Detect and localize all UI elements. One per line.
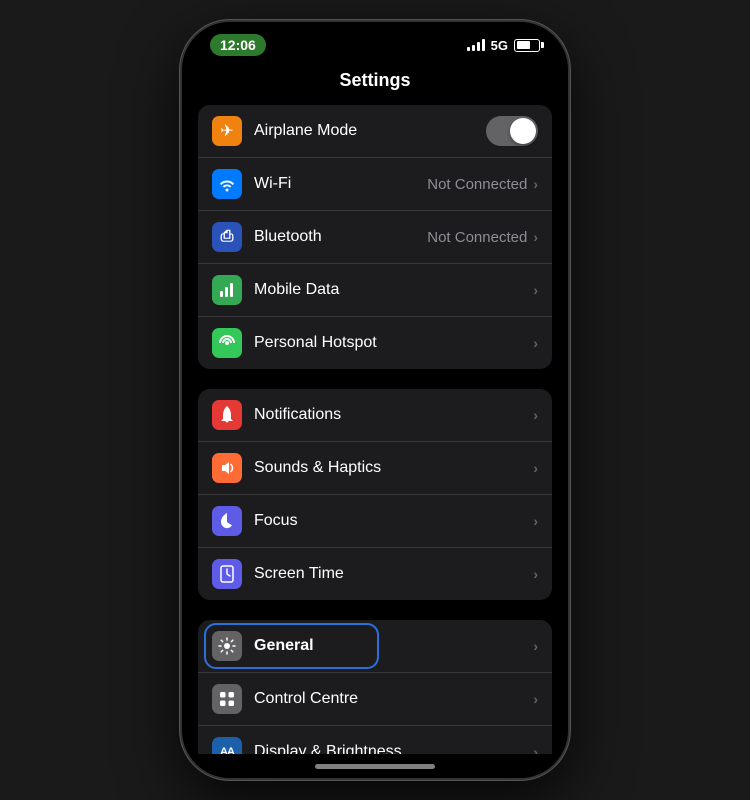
mobile-data-chevron-icon: › — [533, 282, 538, 298]
general-chevron-icon: › — [533, 638, 538, 654]
focus-chevron-icon: › — [533, 513, 538, 529]
settings-group-notifications: Notifications › Sounds & Haptics › — [198, 389, 552, 600]
screen-time-icon — [212, 559, 242, 589]
airplane-mode-toggle[interactable] — [486, 116, 538, 146]
phone-frame: 12:06 5G Settings — [180, 20, 570, 780]
status-time: 12:06 — [210, 34, 266, 56]
battery-icon — [514, 39, 540, 52]
notifications-label: Notifications — [254, 406, 533, 424]
wifi-chevron-icon: › — [533, 176, 538, 192]
signal-bar-4 — [482, 39, 485, 51]
general-label: General — [254, 637, 533, 655]
display-brightness-label: Display & Brightness — [254, 743, 533, 754]
settings-item-wifi[interactable]: Wi-Fi Not Connected › — [198, 158, 552, 211]
airplane-mode-icon: ✈ — [212, 116, 242, 146]
battery-fill — [517, 41, 531, 49]
signal-bar-3 — [477, 42, 480, 51]
settings-item-notifications[interactable]: Notifications › — [198, 389, 552, 442]
wifi-label: Wi-Fi — [254, 175, 427, 193]
phone-inner: 12:06 5G Settings — [182, 22, 568, 778]
mobile-data-icon — [212, 275, 242, 305]
personal-hotspot-icon — [212, 328, 242, 358]
network-type: 5G — [491, 38, 508, 53]
sounds-haptics-label: Sounds & Haptics — [254, 459, 533, 477]
general-icon — [212, 631, 242, 661]
control-centre-label: Control Centre — [254, 690, 533, 708]
settings-item-focus[interactable]: Focus › — [198, 495, 552, 548]
control-centre-icon — [212, 684, 242, 714]
settings-item-general[interactable]: General › — [198, 620, 552, 673]
screen-time-label: Screen Time — [254, 565, 533, 583]
screen-time-chevron-icon: › — [533, 566, 538, 582]
bluetooth-chevron-icon: › — [533, 229, 538, 245]
display-brightness-icon: AA — [212, 737, 242, 754]
settings-item-airplane-mode[interactable]: ✈ Airplane Mode — [198, 105, 552, 158]
bluetooth-label: Bluetooth — [254, 228, 427, 246]
signal-bars-icon — [467, 39, 485, 51]
settings-item-screen-time[interactable]: Screen Time › — [198, 548, 552, 600]
signal-bar-1 — [467, 47, 470, 51]
settings-item-sounds-haptics[interactable]: Sounds & Haptics › — [198, 442, 552, 495]
wifi-icon — [212, 169, 242, 199]
page-header: Settings — [182, 62, 568, 105]
home-indicator — [182, 754, 568, 778]
notifications-chevron-icon: › — [533, 407, 538, 423]
scroll-content[interactable]: ✈ Airplane Mode Wi-Fi Not Connected — [182, 105, 568, 754]
focus-label: Focus — [254, 512, 533, 530]
wifi-value: Not Connected — [427, 176, 527, 193]
sounds-haptics-icon — [212, 453, 242, 483]
focus-icon — [212, 506, 242, 536]
status-bar: 12:06 5G — [182, 22, 568, 62]
signal-bar-2 — [472, 45, 475, 51]
home-bar — [315, 764, 435, 769]
bluetooth-icon: ⎙ — [212, 222, 242, 252]
settings-group-general: General › Control Centre › — [198, 620, 552, 754]
airplane-mode-label: Airplane Mode — [254, 122, 486, 140]
page-title: Settings — [182, 70, 568, 91]
personal-hotspot-label: Personal Hotspot — [254, 334, 533, 352]
notifications-icon — [212, 400, 242, 430]
sounds-haptics-chevron-icon: › — [533, 460, 538, 476]
settings-item-control-centre[interactable]: Control Centre › — [198, 673, 552, 726]
settings-item-bluetooth[interactable]: ⎙ Bluetooth Not Connected › — [198, 211, 552, 264]
settings-item-personal-hotspot[interactable]: Personal Hotspot › — [198, 317, 552, 369]
airplane-mode-toggle-knob — [510, 118, 536, 144]
mobile-data-label: Mobile Data — [254, 281, 533, 299]
settings-item-mobile-data[interactable]: Mobile Data › — [198, 264, 552, 317]
settings-item-display-brightness[interactable]: AA Display & Brightness › — [198, 726, 552, 754]
bluetooth-value: Not Connected — [427, 229, 527, 246]
status-right: 5G — [467, 38, 540, 53]
personal-hotspot-chevron-icon: › — [533, 335, 538, 351]
control-centre-chevron-icon: › — [533, 691, 538, 707]
settings-group-connectivity: ✈ Airplane Mode Wi-Fi Not Connected — [198, 105, 552, 369]
display-brightness-chevron-icon: › — [533, 744, 538, 754]
